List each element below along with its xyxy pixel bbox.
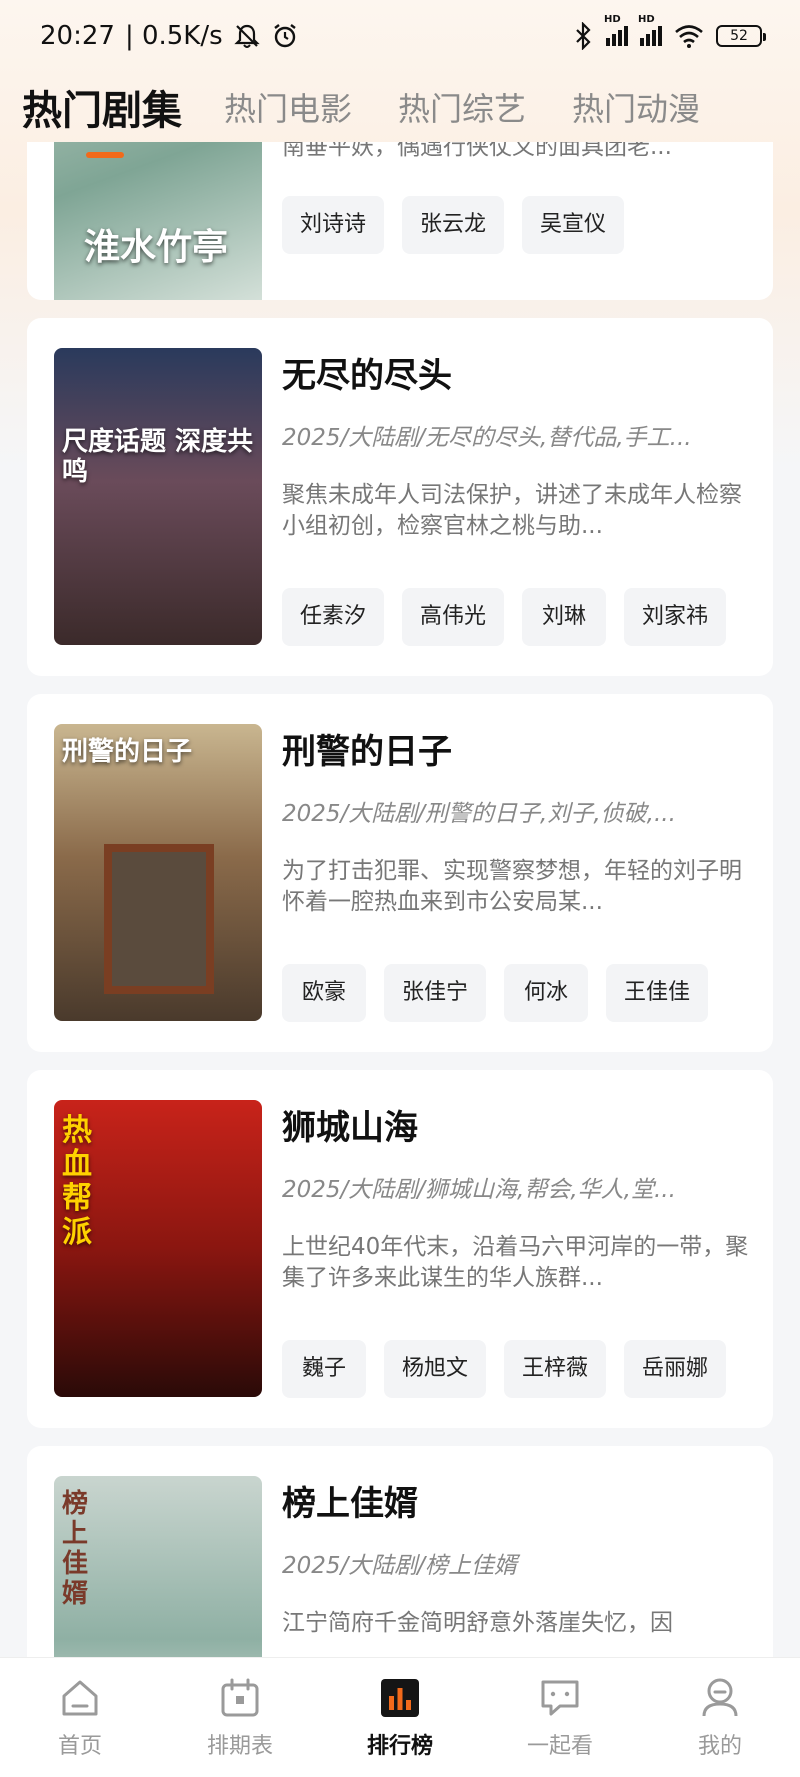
list-item[interactable]: 尺度话题 深度共鸣 无尽的尽头 2025/大陆剧/无尽的尽头,替代品,手工...… <box>27 318 773 676</box>
cast-chip[interactable]: 王梓薇 <box>504 1340 607 1398</box>
cast-list: 欧豪 张佳宁 何冰 王佳佳 <box>282 964 772 1022</box>
tab-label: 热门剧集 <box>22 88 182 134</box>
cast-chip[interactable]: 刘诗诗 <box>282 196 385 254</box>
tab-label: 热门综艺 <box>398 90 527 128</box>
wifi-icon <box>675 25 703 48</box>
cast-chip[interactable]: 巍子 <box>282 1340 366 1398</box>
poster-title: 淮水竹亭 <box>84 226 229 268</box>
poster-image: 淮水竹亭 <box>54 142 262 300</box>
list-item[interactable]: 榜上佳婿 榜上佳婿 2025/大陆剧/榜上佳婿 江宁简府千金简明舒意外落崖失忆，… <box>27 1446 773 1657</box>
active-tab-indicator <box>86 152 124 158</box>
battery-level: 52 <box>730 28 748 44</box>
cast-list: 刘诗诗 张云龙 吴宣仪 <box>282 196 772 254</box>
tab-label: 热门动漫 <box>572 90 701 128</box>
tab-hot-movies[interactable]: 热门电影 <box>224 84 352 130</box>
bluetooth-icon <box>576 22 591 50</box>
cast-list: 巍子 杨旭文 王梓薇 岳丽娜 <box>282 1340 772 1398</box>
cast-chip[interactable]: 任素汐 <box>282 588 385 646</box>
mute-bell-icon <box>234 24 260 48</box>
poster-image: 热血帮派 <box>54 1100 262 1397</box>
nav-watch-together[interactable]: 一起看 <box>500 1676 620 1760</box>
poster-title: 榜上佳婿 <box>62 1489 89 1609</box>
nav-home[interactable]: 首页 <box>20 1676 140 1760</box>
cast-chip[interactable]: 高伟光 <box>402 588 505 646</box>
series-list[interactable]: 淮水竹亭 南垂平妖，偶遇行侠仗义的面具团老... 刘诗诗 张云龙 吴宣仪 尺度话… <box>0 142 800 1657</box>
poster-image: 榜上佳婿 <box>54 1476 262 1657</box>
series-meta: 2025/大陆剧/刑警的日子,刘子,侦破,... <box>282 801 676 827</box>
tab-hot-anime[interactable]: 热门动漫 <box>572 84 700 130</box>
status-time: 20:27 <box>40 21 115 51</box>
ranking-icon <box>381 1678 419 1717</box>
series-meta: 2025/大陆剧/无尽的尽头,替代品,手工... <box>282 425 692 451</box>
nav-label: 排期表 <box>206 1733 273 1759</box>
list-item[interactable]: 刑警的日子 刑警的日子 2025/大陆剧/刑警的日子,刘子,侦破,... 为了打… <box>27 694 773 1052</box>
tab-hot-variety[interactable]: 热门综艺 <box>398 84 526 130</box>
nav-ranking[interactable]: 排行榜 <box>340 1676 460 1760</box>
signal-icon: HD <box>604 14 628 46</box>
cast-chip[interactable]: 王佳佳 <box>606 964 709 1022</box>
series-meta: 2025/大陆剧/狮城山海,帮会,华人,堂... <box>282 1177 676 1203</box>
series-description: 南垂平妖，偶遇行侠仗义的面具团老... <box>282 142 672 160</box>
series-description: 为了打击犯罪、实现警察梦想，年轻的刘子明怀着一腔热血来到市公安局某... <box>282 858 742 915</box>
cast-chip[interactable]: 欧豪 <box>282 964 366 1022</box>
cast-chip[interactable]: 何冰 <box>504 964 589 1022</box>
cast-chip[interactable]: 杨旭文 <box>384 1340 487 1398</box>
series-description: 江宁简府千金简明舒意外落崖失忆，因 <box>282 1610 673 1636</box>
list-item[interactable]: 热血帮派 狮城山海 2025/大陆剧/狮城山海,帮会,华人,堂... 上世纪40… <box>27 1070 773 1428</box>
poster-image: 刑警的日子 <box>54 724 262 1021</box>
series-title[interactable]: 狮城山海 <box>282 1100 418 1149</box>
status-bar: 20:27 | 0.5K/s HD HD 52 <box>0 0 800 72</box>
nav-profile[interactable]: 我的 <box>660 1676 780 1760</box>
nav-label: 一起看 <box>526 1733 593 1759</box>
cast-chip[interactable]: 吴宣仪 <box>522 196 625 254</box>
nav-label: 我的 <box>697 1733 742 1759</box>
series-title[interactable]: 无尽的尽头 <box>282 348 452 397</box>
battery-icon: 52 <box>716 25 766 47</box>
series-meta: 2025/大陆剧/榜上佳婿 <box>282 1553 518 1579</box>
tab-hot-series[interactable]: 热门剧集 <box>22 78 182 158</box>
nav-label: 首页 <box>57 1733 102 1759</box>
cast-chip[interactable]: 刘家祎 <box>624 588 727 646</box>
nav-schedule[interactable]: 排期表 <box>180 1676 300 1760</box>
poster-image: 尺度话题 深度共鸣 <box>54 348 262 645</box>
series-description: 聚焦未成年人司法保护，讲述了未成年人检察小组初创，检察官林之桃与助... <box>282 482 742 539</box>
status-net-speed: | 0.5K/s <box>124 21 223 51</box>
poster-title: 热血帮派 <box>62 1113 92 1250</box>
profile-icon <box>702 1678 738 1716</box>
poster-title: 刑警的日子 <box>62 737 193 767</box>
cast-chip[interactable]: 刘琳 <box>522 588 607 646</box>
nav-label: 排行榜 <box>366 1733 433 1759</box>
home-icon <box>62 1680 98 1715</box>
series-description: 上世纪40年代末，沿着马六甲河岸的一带，聚集了许多来此谋生的华人族群... <box>282 1234 749 1291</box>
cast-chip[interactable]: 张佳宁 <box>384 964 487 1022</box>
calendar-icon <box>221 1678 259 1716</box>
signal-icon: HD <box>638 14 662 46</box>
bottom-navigation: 首页 排期表 排行榜 一起看 我的 <box>0 1657 800 1777</box>
list-item[interactable]: 淮水竹亭 南垂平妖，偶遇行侠仗义的面具团老... 刘诗诗 张云龙 吴宣仪 <box>27 142 773 300</box>
cast-chip[interactable]: 岳丽娜 <box>624 1340 727 1398</box>
tab-label: 热门电影 <box>224 90 353 128</box>
alarm-icon <box>273 24 296 48</box>
series-title[interactable]: 刑警的日子 <box>282 724 452 773</box>
poster-title: 尺度话题 深度共鸣 <box>62 427 254 487</box>
chat-icon <box>541 1680 579 1715</box>
poster-frame <box>104 844 214 994</box>
cast-list: 任素汐 高伟光 刘琳 刘家祎 <box>282 588 772 646</box>
cast-chip[interactable]: 张云龙 <box>402 196 505 254</box>
series-title[interactable]: 榜上佳婿 <box>282 1476 418 1525</box>
category-tabs: 热门剧集 热门电影 热门综艺 热门动漫 <box>0 72 800 158</box>
